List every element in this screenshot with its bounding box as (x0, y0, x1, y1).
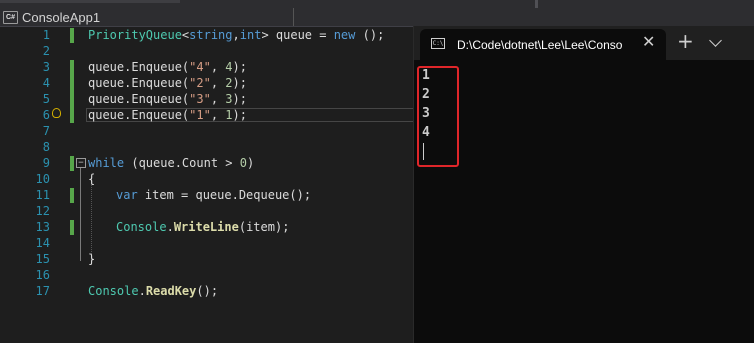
new-tab-button[interactable]: + (677, 31, 694, 51)
terminal-tab-strip: C:\ D:\Code\dotnet\Lee\Lee\Conso ✕ + (414, 26, 754, 60)
code-line-13[interactable]: Console.WriteLine(item); (116, 219, 289, 235)
line-number: 3 (42, 60, 50, 74)
call: queue.Enqueue( (88, 92, 190, 106)
line-number: 5 (42, 92, 50, 106)
number-literal: 0 (239, 156, 247, 170)
arguments: (); (196, 284, 219, 298)
line-number: 17 (35, 284, 50, 298)
keyword: new (333, 28, 356, 42)
console-icon: C:\ (431, 38, 445, 49)
line-number: 16 (35, 268, 50, 282)
arguments: (item); (238, 220, 290, 234)
string-literal: "2" (189, 76, 211, 90)
string-literal: "3" (189, 92, 211, 106)
punctuation: ) (246, 156, 255, 170)
code-line-10[interactable]: { (88, 171, 95, 187)
terminal-window: C:\ D:\Code\dotnet\Lee\Lee\Conso ✕ + 1 2… (413, 26, 754, 343)
method-name: ReadKey (145, 284, 197, 298)
keyword: var (116, 188, 138, 202)
line-number: 9 (42, 156, 50, 170)
terminal-tab-title: D:\Code\dotnet\Lee\Lee\Conso (457, 38, 623, 52)
collapse-icon[interactable]: − (76, 158, 86, 168)
change-marker (70, 188, 74, 203)
code-line-9[interactable]: while (queue.Count > 0) (88, 155, 254, 171)
change-marker (70, 220, 74, 235)
string-literal: "1" (189, 108, 211, 122)
change-marker (70, 156, 74, 171)
class-name: Console (88, 284, 139, 298)
editor-tab-bar: C# ConsoleApp1 (0, 8, 754, 27)
number-literal: 4 (225, 60, 233, 74)
number-literal: 1 (225, 108, 233, 122)
line-number: 4 (42, 76, 50, 90)
indent-guide (91, 178, 92, 262)
terminal-output[interactable]: 1 2 3 4 (414, 60, 754, 343)
punctuation: (); (355, 28, 385, 42)
code-line-16[interactable]: } (88, 251, 95, 267)
code-line-17[interactable]: Console.ReadKey(); (88, 283, 218, 299)
line-number: 13 (35, 220, 50, 234)
line-number: 1 (42, 28, 50, 42)
type-name: PriorityQueue (88, 28, 182, 42)
method-name: WriteLine (173, 220, 239, 234)
close-icon[interactable]: ✕ (642, 35, 655, 51)
editor-gutter: 1 2 3 4 5 6 7 8 9 10 11 12 13 14 15 16 1… (0, 27, 86, 343)
line-number: 6 (42, 108, 50, 122)
line-number: 7 (42, 124, 50, 138)
code-line-11[interactable]: var item = queue.Dequeue(); (116, 187, 311, 203)
call: queue.Enqueue( (88, 108, 190, 122)
identifier: queue (275, 28, 313, 42)
code-line-4[interactable]: queue.Enqueue("2", 2); (88, 75, 247, 91)
class-name: Console (116, 220, 167, 234)
brace: { (88, 172, 96, 186)
punctuation: ); (232, 108, 247, 122)
fold-line (80, 168, 81, 261)
keyword: int (239, 28, 262, 42)
punctuation: , (210, 108, 226, 122)
terminal-tab[interactable]: C:\ D:\Code\dotnet\Lee\Lee\Conso ✕ (420, 29, 666, 60)
chevron-down-icon[interactable] (709, 34, 722, 47)
top-strip-segment (0, 0, 180, 3)
code-line-3[interactable]: queue.Enqueue("4", 4); (88, 59, 247, 75)
brace: } (88, 252, 96, 266)
punctuation: . (166, 220, 174, 234)
punctuation: , (210, 60, 226, 74)
call: queue.Enqueue( (88, 60, 190, 74)
punctuation: . (138, 284, 146, 298)
highlight-box (417, 66, 459, 167)
string-literal: "4" (189, 60, 211, 74)
operator: = (312, 28, 334, 42)
line-number: 11 (35, 188, 50, 202)
project-selector[interactable]: C# ConsoleApp1 (0, 8, 100, 26)
number-literal: 3 (225, 92, 233, 106)
line-number: 14 (35, 236, 50, 250)
line-number: 10 (35, 172, 50, 186)
punctuation: , (210, 92, 226, 106)
line-number: 12 (35, 204, 50, 218)
top-strip (0, 0, 754, 8)
csharp-project-icon: C# (3, 10, 18, 24)
number-literal: 2 (225, 76, 233, 90)
line-number: 2 (42, 44, 50, 58)
line-number: 15 (35, 252, 50, 266)
code-line-6[interactable]: queue.Enqueue("1", 1); (88, 107, 247, 123)
expression: (queue.Count > (124, 156, 240, 170)
top-strip-divider (535, 0, 538, 8)
punctuation: ); (232, 60, 247, 74)
change-marker (70, 28, 74, 43)
project-name: ConsoleApp1 (22, 9, 101, 25)
line-number: 8 (42, 140, 50, 154)
statement: item = queue.Dequeue(); (137, 188, 312, 202)
tab-separator (293, 8, 294, 26)
punctuation: , (210, 76, 226, 90)
lightbulb-icon[interactable] (52, 108, 61, 118)
keyword: string (189, 28, 233, 42)
punctuation: ); (232, 92, 247, 106)
call: queue.Enqueue( (88, 76, 190, 90)
code-line-1[interactable]: PriorityQueue<string,int> queue = new ()… (88, 27, 384, 43)
code-line-5[interactable]: queue.Enqueue("3", 3); (88, 91, 247, 107)
punctuation: ); (232, 76, 247, 90)
keyword: while (88, 156, 125, 170)
change-marker (70, 60, 74, 123)
